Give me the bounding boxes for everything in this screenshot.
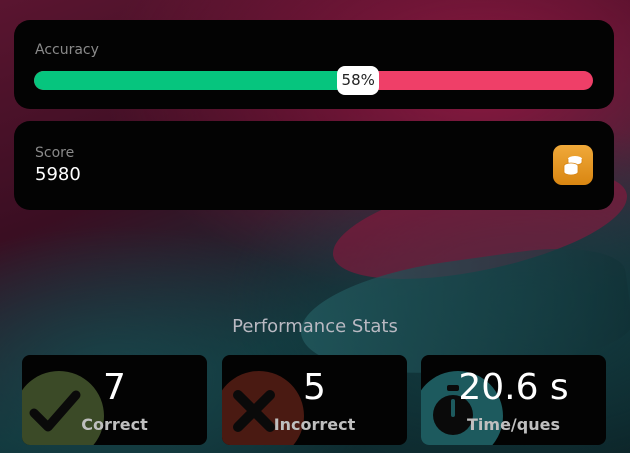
correct-count: 7: [103, 367, 126, 408]
stat-card-time: 20.6 s Time/ques: [421, 355, 606, 445]
time-label: Time/ques: [467, 415, 560, 434]
stat-card-correct: 7 Correct: [22, 355, 207, 445]
incorrect-label: Incorrect: [273, 415, 356, 434]
accuracy-label: Accuracy: [35, 42, 99, 58]
accuracy-percent-badge: 58%: [337, 66, 380, 95]
accuracy-progress-bar: [34, 71, 593, 90]
coins-button[interactable]: [553, 145, 593, 185]
correct-label: Correct: [81, 415, 148, 434]
score-card: Score 5980: [14, 121, 614, 210]
accuracy-card: Accuracy 58%: [14, 20, 614, 109]
score-label: Score: [35, 145, 75, 161]
performance-stats-title: Performance Stats: [232, 316, 398, 337]
time-per-question: 20.6 s: [458, 367, 569, 408]
stat-card-incorrect: 5 Incorrect: [222, 355, 407, 445]
coins-icon: [563, 156, 583, 176]
incorrect-count: 5: [303, 367, 326, 408]
accuracy-progress-fill: [34, 71, 359, 90]
score-value: 5980: [35, 164, 81, 185]
